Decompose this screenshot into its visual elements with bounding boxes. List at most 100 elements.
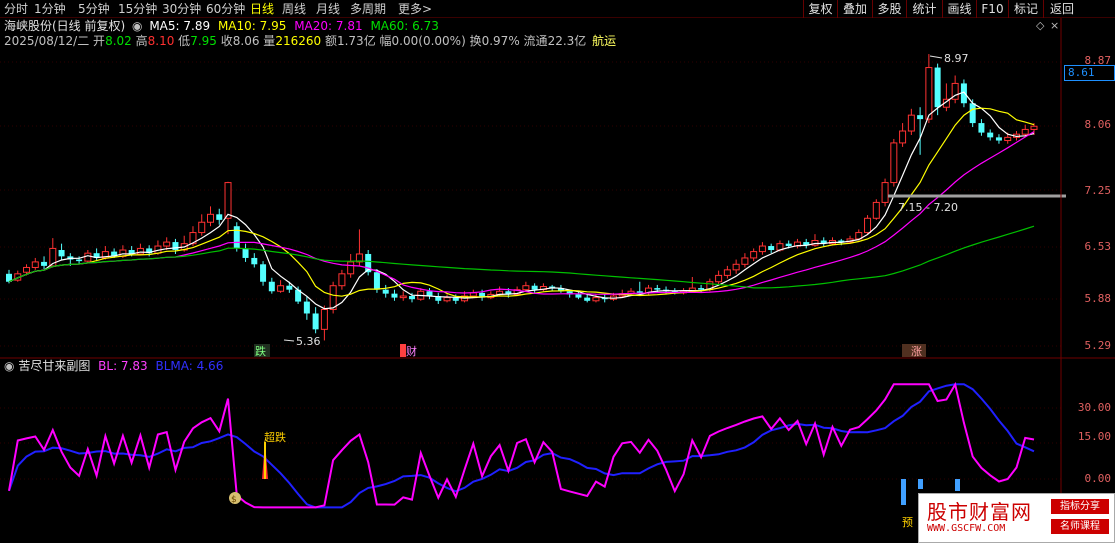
turn-label: 换 [469,34,482,48]
candle-body-down [233,226,240,249]
close-label: 收 [220,34,233,48]
sector-value[interactable]: 航运 [592,34,616,48]
timeframe-7[interactable]: 周线 [282,0,306,18]
vol-label: 量 [263,34,276,48]
candle-body-down [391,293,398,298]
candle-body-down [303,301,310,314]
candle-body-down [987,132,994,138]
open-label: 开 [93,34,106,48]
diamond-icon[interactable]: ◇ [1036,19,1044,32]
chg-label: 幅 [379,34,392,48]
timeframe-4[interactable]: 30分钟 [162,0,201,18]
bl-line [8,381,1035,509]
candle-body-up [320,309,328,330]
ma20-value: MA20: 7.81 [294,19,363,33]
candle-body-up [206,213,214,223]
price-axis-label: 7.25 [1084,184,1112,197]
candle-body-up [163,241,171,247]
toolbar-button-6[interactable]: 标记 [1008,0,1043,18]
toolbar-button-4[interactable]: 画线 [942,0,976,18]
candle-body-up [864,217,872,234]
low-label: 低 [178,34,191,48]
float-value: 22.3亿 [547,34,587,48]
price-axis-label: 5.29 [1084,339,1112,352]
candle-body-down [216,214,223,220]
candle-body-down [785,243,792,247]
timeframe-8[interactable]: 月线 [316,0,340,18]
candle-body-down [312,313,319,330]
candle-body-up [872,201,880,219]
sub-axis-label: 30.00 [1077,401,1111,414]
blma-line [8,383,1035,509]
candlesticks [6,54,1038,341]
open-value: 8.02 [105,34,132,48]
candle-body-up [741,257,749,265]
sub-indicator-name[interactable]: 苦尽甘来副图 [18,359,90,373]
high-value: 8.10 [147,34,175,48]
candle-body-up [907,114,915,132]
money-bag-glyph: $ [231,495,237,505]
kline-chart-canvas[interactable]: 8.97 5.36 7.15 - 7.20 跌 财 涨 超跌 $ 预 [0,0,1115,543]
timeframe-2[interactable]: 5分钟 [78,0,110,18]
candle-body-up [899,130,907,144]
turn-value: 0.97% [481,34,520,48]
current-price-tag: 8.61 [1064,65,1115,81]
candle-body-down [58,250,65,257]
timeframe-3[interactable]: 15分钟 [118,0,157,18]
candle-body-down [242,248,249,258]
toolbar-button-1[interactable]: 叠加 [837,0,872,18]
yu-label: 预 [902,516,913,529]
candle-body-down [373,272,380,290]
toolbar-button-7[interactable]: 返回 [1043,0,1080,18]
candle-body-up [758,245,766,253]
candle-body-up [469,292,477,297]
stock-title[interactable]: 海峡股份(日线 前复权) [4,19,125,33]
timeframe-10[interactable]: 更多> [398,0,432,18]
sub-indicator-lines [8,381,1035,509]
marker-zhangting[interactable]: 涨 [911,345,922,358]
moving-average-lines [8,91,1035,310]
sub-toggle-icon[interactable]: ◉ [4,359,14,373]
candle-body-up [1030,125,1038,130]
candle-body-up [23,266,31,273]
candle-body-down [382,289,389,294]
amt-value: 1.73亿 [336,34,376,48]
yu-bar-2 [918,479,923,489]
toolbar-button-3[interactable]: 统计 [906,0,942,18]
toolbar-button-0[interactable]: 复权 [803,0,837,18]
ma10-line [8,107,1035,298]
timeframe-5[interactable]: 60分钟 [206,0,245,18]
candle-body-down [408,296,415,300]
ma60-line [8,225,1035,289]
amt-label: 额 [324,34,337,48]
candle-body-down [286,285,293,290]
candle-body-down [584,297,591,301]
price-axis-label: 6.53 [1084,240,1112,253]
marker-cai[interactable]: 财 [406,344,417,358]
close-icon[interactable]: × [1050,19,1059,32]
candle-body-down [41,261,48,266]
candle-body-up [84,252,92,262]
price-axis: 8.878.067.256.535.885.2930.0015.000.00-1… [1061,18,1115,543]
candle-body-up [732,263,740,271]
toolbar-button-5[interactable]: F10 [976,0,1008,18]
low-annotation-leader [283,339,295,342]
candle-body-up [1004,136,1012,142]
ma-toggle-icon[interactable]: ◉ [132,19,142,33]
timeframe-6[interactable]: 日线 [250,0,274,18]
candle-body-down [76,259,83,262]
candle-body-up [338,273,346,287]
candle-body-up [592,297,600,302]
candle-body-up [224,182,232,219]
toolbar-button-2[interactable]: 多股 [872,0,906,18]
bl-value: BL: 7.83 [98,359,148,373]
oversold-signal-label: 超跌 [264,430,286,444]
timeframe-1[interactable]: 1分钟 [34,0,66,18]
marker-die[interactable]: 跌 [255,344,266,358]
chg-value: 0.00(0.00%) [391,34,466,48]
timeframe-9[interactable]: 多周期 [350,0,386,18]
yu-bar-3 [955,479,960,491]
candle-body-down [934,67,941,108]
candle-body-down [978,123,985,133]
timeframe-0[interactable]: 分时 [4,0,28,18]
